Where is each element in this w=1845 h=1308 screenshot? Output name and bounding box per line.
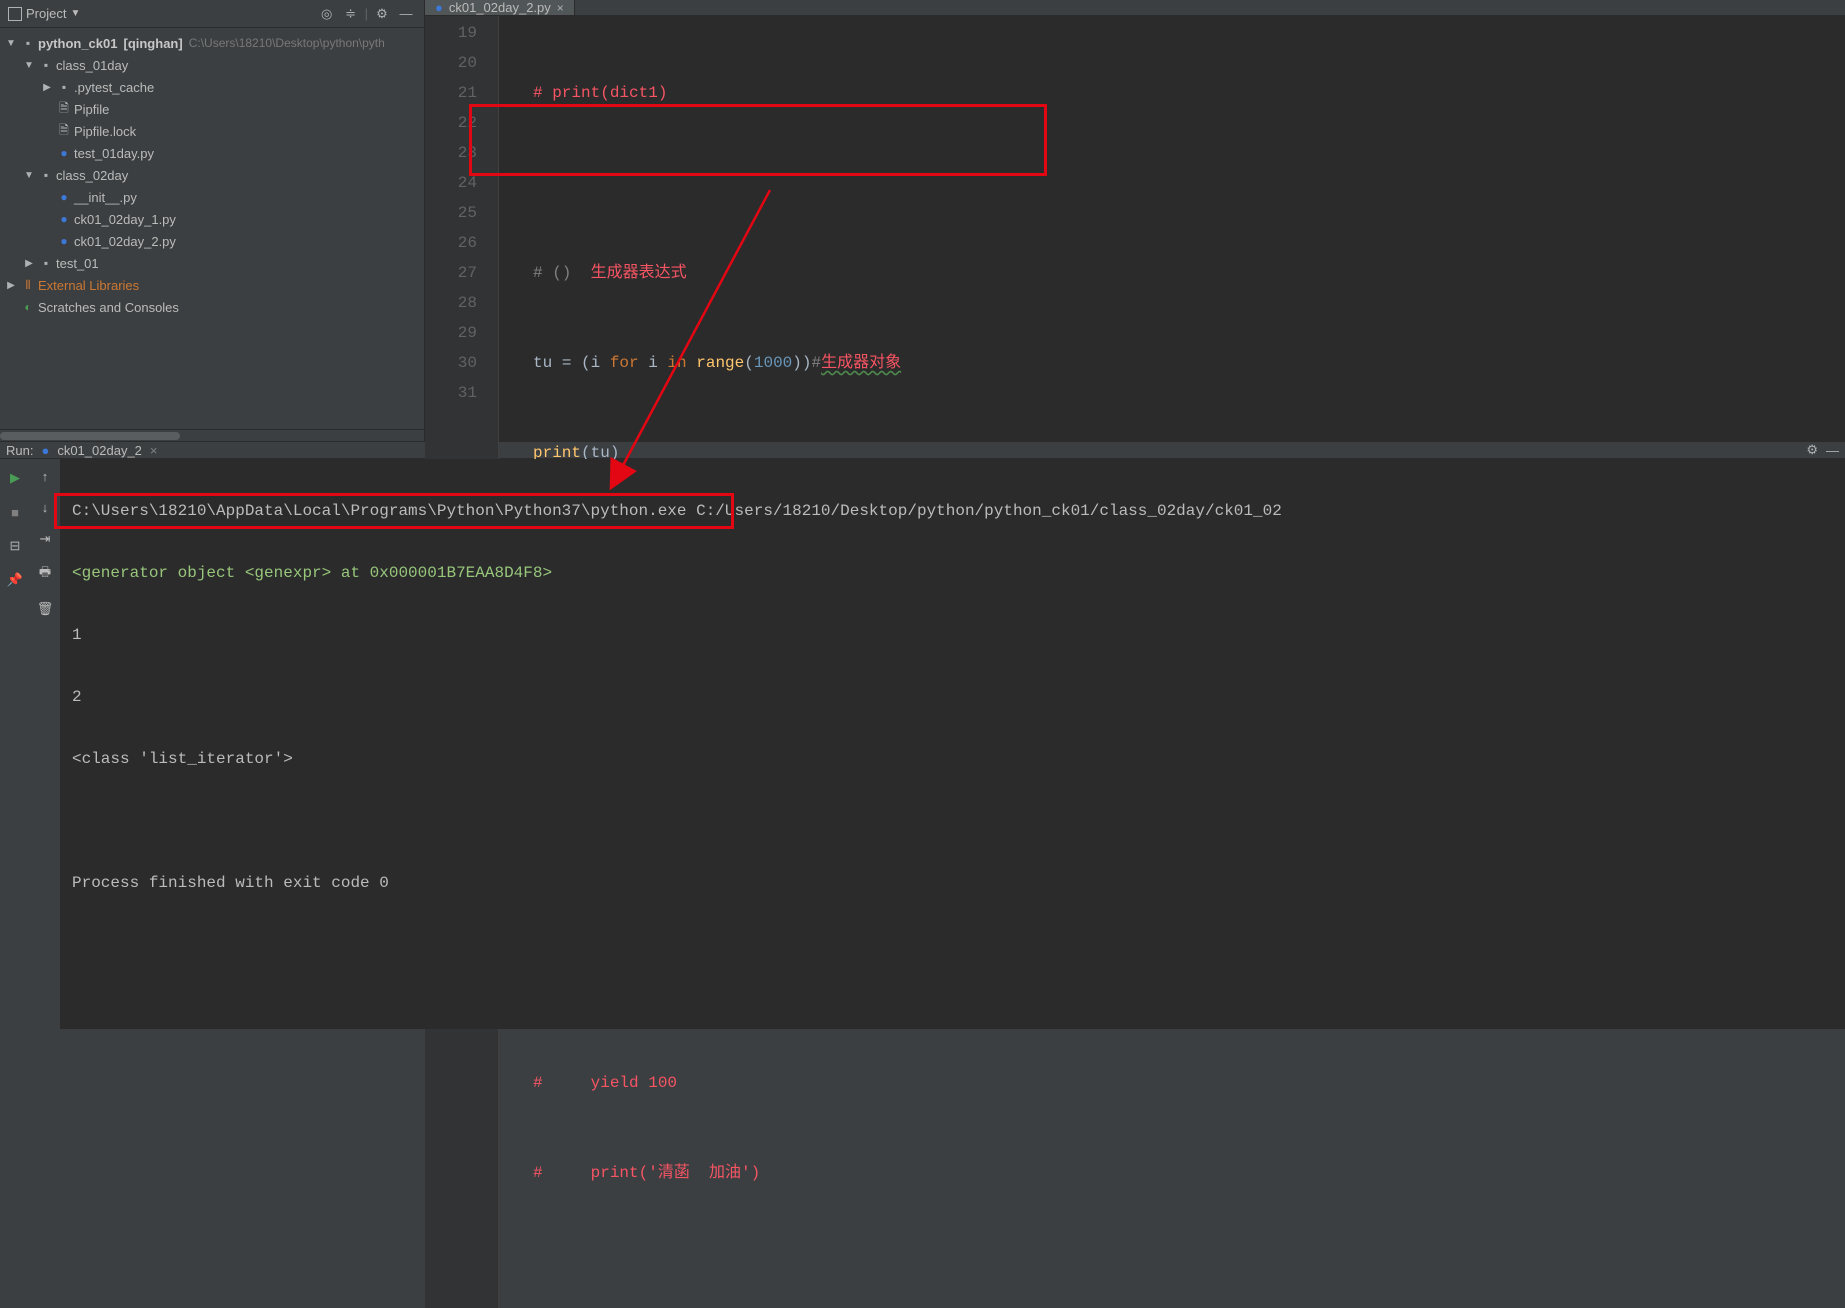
editor-tab-bar: ● ck01_02day_2.py × <box>425 0 1845 16</box>
down-arrow-icon[interactable]: ↓ <box>42 500 49 515</box>
close-icon[interactable]: × <box>557 1 564 15</box>
library-icon: ⫴ <box>20 277 36 293</box>
folder-icon: ▪ <box>38 57 54 73</box>
console-line: 1 <box>72 620 1833 651</box>
python-file-icon: ● <box>56 145 72 161</box>
tree-external-libs[interactable]: ▶ ⫴ External Libraries <box>0 274 424 296</box>
project-title[interactable]: Project <box>26 6 66 21</box>
project-icon <box>8 7 22 21</box>
tree-file[interactable]: ▶ ● test_01day.py <box>0 142 424 164</box>
folder-icon: ▪ <box>38 167 54 183</box>
run-config-name[interactable]: ck01_02day_2 <box>57 443 142 458</box>
wrap-icon[interactable]: ⇥ <box>40 531 51 547</box>
tree-file[interactable]: ▶ ● ck01_02day_2.py <box>0 230 424 252</box>
run-panel: Run: ● ck01_02day_2 × ⚙ — ▶ ■ ⊟ 📌 ↑ ↓ ⇥ … <box>0 441 1845 862</box>
python-file-icon: ● <box>41 443 49 458</box>
tab-label: ck01_02day_2.py <box>449 0 551 15</box>
trash-icon[interactable]: 🗑 <box>37 601 54 617</box>
console-line: <class 'list_iterator'> <box>72 744 1833 775</box>
console-icon: ◐ <box>20 299 36 315</box>
console-line: <generator object <genexpr> at 0x000001B… <box>72 558 1833 589</box>
tree-root[interactable]: ▼ ▪ python_ck01 [qinghan] C:\Users\18210… <box>0 32 424 54</box>
project-tree[interactable]: ▼ ▪ python_ck01 [qinghan] C:\Users\18210… <box>0 28 424 429</box>
stop-icon[interactable]: ■ <box>6 503 24 521</box>
tree-scratches[interactable]: ▶ ◐ Scratches and Consoles <box>0 296 424 318</box>
run-toolbar-left: ▶ ■ ⊟ 📌 <box>0 459 30 1029</box>
editor-panel: ● ck01_02day_2.py × 19 20 21 22 23 24 25… <box>425 0 1845 441</box>
up-arrow-icon[interactable]: ↑ <box>42 469 49 484</box>
tree-folder[interactable]: ▼ ▪ class_02day <box>0 164 424 186</box>
file-icon: 🗎 <box>56 101 72 117</box>
horizontal-scrollbar[interactable] <box>0 429 424 441</box>
python-file-icon: ● <box>56 211 72 227</box>
rerun-icon[interactable]: ▶ <box>6 469 24 487</box>
close-icon[interactable]: × <box>150 443 158 458</box>
tree-file[interactable]: ▶ ● ck01_02day_1.py <box>0 208 424 230</box>
tree-file[interactable]: ▶ 🗎 Pipfile.lock <box>0 120 424 142</box>
project-header: Project ▼ ◎ ≑ | ⚙ — <box>0 0 424 28</box>
console-line: Process finished with exit code 0 <box>72 868 1833 899</box>
tree-folder[interactable]: ▼ ▪ class_01day <box>0 54 424 76</box>
run-label: Run: <box>6 443 33 458</box>
console-output[interactable]: C:\Users\18210\AppData\Local\Programs\Py… <box>60 459 1845 1029</box>
gear-icon[interactable]: ⚙ <box>372 4 392 24</box>
target-icon[interactable]: ◎ <box>317 4 337 24</box>
tree-file[interactable]: ▶ ● __init__.py <box>0 186 424 208</box>
annotation-highlight-box <box>469 104 1047 176</box>
project-panel: Project ▼ ◎ ≑ | ⚙ — ▼ ▪ python_ck01 [qin… <box>0 0 425 441</box>
folder-icon: ▪ <box>56 79 72 95</box>
folder-icon: ▪ <box>38 255 54 271</box>
console-line: 2 <box>72 682 1833 713</box>
hide-icon[interactable]: — <box>396 4 416 24</box>
tree-folder[interactable]: ▶ ▪ test_01 <box>0 252 424 274</box>
chevron-down-icon[interactable]: ▼ <box>70 8 80 19</box>
folder-icon: ▪ <box>20 35 36 51</box>
console-line: C:\Users\18210\AppData\Local\Programs\Py… <box>72 496 1833 527</box>
editor-tab[interactable]: ● ck01_02day_2.py × <box>425 0 575 15</box>
layout-icon[interactable]: ⊟ <box>6 537 24 555</box>
console-line <box>72 806 1833 837</box>
expand-icon[interactable]: ≑ <box>341 4 361 24</box>
file-icon: 🗎 <box>56 123 72 139</box>
python-file-icon: ● <box>435 0 443 15</box>
python-file-icon: ● <box>56 189 72 205</box>
python-file-icon: ● <box>56 233 72 249</box>
tree-folder[interactable]: ▶ ▪ .pytest_cache <box>0 76 424 98</box>
print-icon[interactable]: 🖶 <box>39 563 51 585</box>
run-toolbar-inner: ↑ ↓ ⇥ 🖶 🗑 <box>30 459 60 1029</box>
pin-icon[interactable]: 📌 <box>6 571 24 589</box>
tree-file[interactable]: ▶ 🗎 Pipfile <box>0 98 424 120</box>
